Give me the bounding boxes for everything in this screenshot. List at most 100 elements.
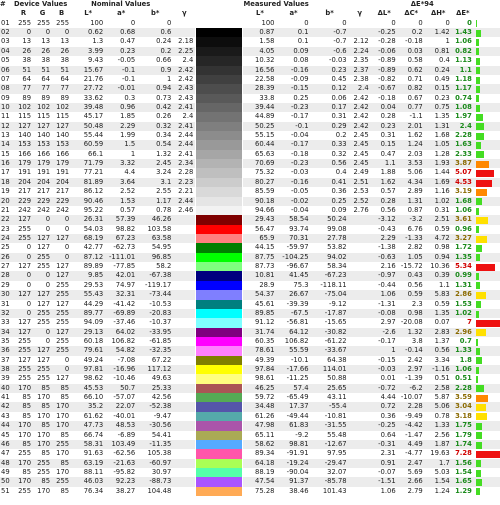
delta-value: 0.98 — [397, 308, 425, 319]
device-value: 170 — [33, 411, 53, 422]
nominal-value: 1.99 — [105, 131, 138, 141]
delta-e-bar — [475, 235, 488, 243]
color-swatch — [196, 486, 243, 497]
table-row: 14 153 153 153 60.59 1.5 0.54 2.44 60.44 -0.17 0.3… — [0, 140, 500, 150]
device-value: 170 — [14, 430, 34, 440]
device-value: 127 — [33, 243, 53, 253]
delta-value: 0.39 — [424, 271, 452, 281]
measured-value — [348, 308, 371, 319]
measured-value: 41.45 — [276, 271, 311, 281]
device-value: 0 — [33, 271, 53, 281]
delta-value: 0.71 — [397, 74, 425, 85]
delta-value: 1.42 — [424, 28, 452, 38]
table-row: 16 179 179 179 71.79 3.32 2.45 2.34 70.69 -0.23 0.… — [0, 159, 500, 169]
delta-e-value: 0.96 — [451, 224, 474, 234]
color-swatch — [196, 336, 243, 347]
delta-e-bar-cell — [473, 187, 500, 197]
delta-e-bar-cell — [473, 177, 500, 188]
device-value: 102 — [14, 102, 34, 113]
device-value: 85 — [52, 383, 72, 394]
delta-value: -1.38 — [370, 243, 398, 253]
device-value: 170 — [33, 439, 53, 450]
delta-e-value: 1.65 — [451, 477, 474, 487]
delta-e-value: 1.63 — [451, 140, 474, 150]
device-value: 255 — [14, 336, 34, 347]
delta-value: 0 — [424, 18, 452, 29]
device-value: 166 — [52, 149, 72, 160]
delta-e-bar — [475, 179, 492, 187]
delta-value: 3.34 — [424, 355, 452, 366]
device-value: 255 — [33, 18, 53, 29]
nominal-value: -67.38 — [137, 271, 174, 281]
device-value: 170 — [33, 486, 53, 497]
nominal-value: 42.56 — [137, 393, 174, 403]
delta-value: 0.23 — [370, 121, 398, 132]
delta-value: 1.31 — [424, 121, 452, 132]
delta-value: 2.83 — [424, 327, 452, 337]
patch-index: 35 — [0, 336, 15, 347]
delta-value: 0.03 — [397, 46, 425, 57]
delta-e-bar — [475, 432, 483, 440]
color-swatch-cell — [195, 65, 243, 75]
nominal-value: 42.77 — [71, 243, 106, 253]
patch-index: 14 — [0, 140, 15, 150]
device-value: 38 — [33, 56, 53, 66]
delta-value: 0.15 — [370, 140, 398, 150]
device-value: 170 — [52, 411, 72, 422]
color-swatch — [196, 383, 243, 394]
measured-values-header: Measured Values — [243, 0, 309, 8]
delta-e-value: 0 — [451, 18, 474, 29]
column-header: a* — [117, 9, 126, 18]
measured-value — [348, 467, 371, 478]
delta-e-value: 1.1 — [451, 65, 474, 75]
device-value: 170 — [14, 458, 34, 468]
delta-e-bar-cell — [473, 458, 500, 468]
delta-e-bar-cell — [473, 205, 500, 216]
table-row: 31 0 127 127 44.29 -41.42 -10.53 45.61 -39.39 -9.… — [0, 299, 500, 309]
device-value: 51 — [14, 65, 34, 75]
nominal-value: -111.01 — [105, 252, 138, 263]
device-value: 127 — [14, 262, 34, 272]
delta-e-bar — [475, 404, 487, 412]
measured-value: -0.03 — [310, 56, 349, 66]
device-value: 0 — [33, 280, 53, 291]
nominal-value: 92.23 — [105, 477, 138, 487]
delta-e-value: 1.06 — [451, 365, 474, 375]
device-value: 179 — [14, 159, 34, 169]
delta-value: 4.34 — [397, 177, 425, 188]
measured-value: -61.22 — [310, 336, 349, 347]
nominal-value: 2.21 — [173, 187, 196, 197]
color-swatch-cell — [195, 421, 243, 431]
nominal-value: 117.12 — [137, 365, 174, 375]
measured-value: 2.76 — [348, 205, 371, 216]
color-swatch — [196, 290, 243, 300]
delta-value: 1.06 — [370, 290, 398, 300]
delta-e-bar — [475, 151, 484, 159]
nominal-value: 50.48 — [71, 121, 106, 132]
device-value: 255 — [52, 336, 72, 347]
color-swatch — [196, 467, 243, 478]
measured-value: -11.25 — [276, 374, 311, 384]
color-swatch — [196, 393, 243, 403]
measured-value — [348, 374, 371, 384]
measured-value: 0.23 — [310, 65, 349, 75]
delta-e-value: 0.51 — [451, 374, 474, 384]
measured-value: 10.32 — [243, 56, 277, 66]
nominal-value: 0 — [105, 18, 138, 29]
nominal-value: 2.41 — [173, 102, 196, 113]
color-swatch-cell — [195, 467, 243, 478]
delta-value: -4.77 — [397, 449, 425, 459]
column-header: L* — [256, 9, 264, 18]
nominal-value: 2.44 — [173, 140, 196, 150]
color-swatch — [196, 411, 243, 422]
color-swatch — [196, 121, 243, 132]
delta-e-bar-cell — [473, 393, 500, 403]
measured-value: 70.31 — [276, 233, 311, 244]
nominal-value: 0.24 — [137, 37, 174, 47]
delta-e-bar — [475, 67, 480, 75]
nominal-value: 100 — [71, 18, 106, 29]
device-value: 102 — [33, 102, 53, 113]
color-swatch — [196, 374, 243, 384]
color-swatch-cell — [195, 393, 243, 403]
device-value: 255 — [14, 449, 34, 459]
